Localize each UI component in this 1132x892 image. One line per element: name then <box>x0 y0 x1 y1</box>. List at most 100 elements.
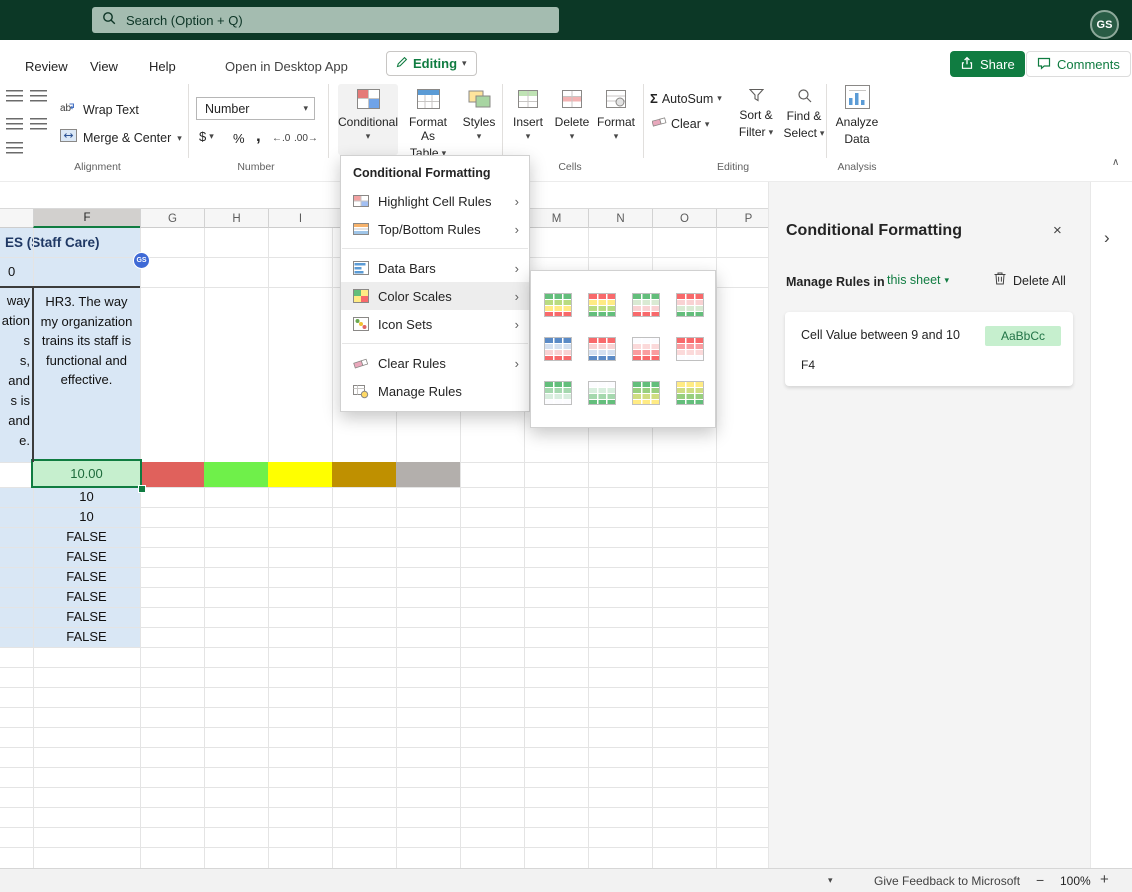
cell-f6[interactable]: 10 <box>33 507 140 527</box>
cell-f8[interactable]: FALSE <box>33 547 140 567</box>
rule-range: F4 <box>801 358 816 372</box>
clear-rules-icon <box>353 355 369 371</box>
cell-f3[interactable]: HR3. The way my organization trains its … <box>33 287 140 462</box>
e3-fragment: s is <box>10 393 31 408</box>
menu-item-manage-rules[interactable]: Manage Rules <box>341 377 529 405</box>
menu-item-label: Manage Rules <box>378 383 462 399</box>
cell-e3-partial[interactable]: way ation s s, and s is and e. <box>0 287 33 462</box>
conditional-formatting-pane: Conditional Formatting × Manage Rules in… <box>768 182 1090 868</box>
manage-rules-label: Manage Rules in <box>786 275 885 289</box>
gridline-h <box>0 787 768 788</box>
color-scale-green-white[interactable] <box>544 381 572 405</box>
color-scale-green-white-red[interactable] <box>632 293 660 317</box>
menu-item-clear-rules[interactable]: Clear Rules › <box>341 349 529 377</box>
column-header-F[interactable]: F <box>33 209 140 228</box>
color-scales-icon <box>353 288 369 304</box>
color-scale-white-green[interactable] <box>588 381 616 405</box>
submenu-arrow-icon: › <box>514 316 519 332</box>
submenu-arrow-icon: › <box>514 355 519 371</box>
gridline-h <box>0 807 768 808</box>
submenu-arrow-icon: › <box>514 193 519 209</box>
cell-k4-colored[interactable] <box>396 462 460 487</box>
color-scale-yellow-green[interactable] <box>676 381 704 405</box>
fill-handle[interactable] <box>138 485 146 493</box>
delete-all-label: Delete All <box>1013 274 1066 288</box>
cell-f7[interactable]: FALSE <box>33 527 140 547</box>
gridline-h <box>0 827 768 828</box>
zoom-out-button[interactable]: − <box>1036 872 1044 888</box>
chevron-down-icon[interactable]: ▾ <box>828 876 833 885</box>
column-header-H[interactable]: H <box>204 209 268 228</box>
close-icon[interactable]: × <box>1053 222 1062 239</box>
color-scale-green-yellow[interactable] <box>632 381 660 405</box>
column-header-M[interactable]: M <box>524 209 588 228</box>
cell-f12[interactable]: FALSE <box>33 627 140 647</box>
feedback-link[interactable]: Give Feedback to Microsoft <box>874 874 1020 888</box>
gridline-v <box>716 228 717 868</box>
e3-fragment: ation <box>1 313 30 328</box>
zoom-level[interactable]: 100% <box>1060 874 1091 888</box>
gridline-h <box>0 647 768 648</box>
color-scale-green-yellow-red[interactable] <box>544 293 572 317</box>
menu-separator <box>342 343 528 344</box>
gridline-h <box>0 707 768 708</box>
cell-h4-colored[interactable] <box>204 462 268 487</box>
menu-item-highlight-cell-rules[interactable]: Highlight Cell Rules › <box>341 187 529 215</box>
rule-format-preview: AaBbCc <box>985 326 1061 346</box>
icon-sets-icon <box>353 316 369 332</box>
cell-g4-colored[interactable] <box>140 462 204 487</box>
color-scale-white-red[interactable] <box>632 337 660 361</box>
submenu-arrow-icon: › <box>514 260 519 276</box>
highlight-cell-rules-icon <box>353 193 369 209</box>
color-scales-gallery <box>530 270 716 428</box>
cell-f11[interactable]: FALSE <box>33 607 140 627</box>
gridline-h <box>0 847 768 848</box>
menu-item-data-bars[interactable]: Data Bars › <box>341 254 529 282</box>
expand-pane-icon[interactable]: › <box>1104 228 1110 248</box>
cell-merged-title[interactable]: ES (Staff Care) <box>0 228 140 257</box>
e3-fragment: and <box>8 373 30 388</box>
cell-row2[interactable]: 0 <box>0 257 140 287</box>
menu-item-color-scales[interactable]: Color Scales › <box>341 282 529 310</box>
color-scale-red-yellow-green[interactable] <box>588 293 616 317</box>
submenu-arrow-icon: › <box>514 221 519 237</box>
rule-card[interactable]: Cell Value between 9 and 10 AaBbCc F4 <box>785 312 1073 386</box>
column-header-I[interactable]: I <box>268 209 332 228</box>
cell-f5[interactable]: 10 <box>33 487 140 507</box>
color-scale-red-white-green[interactable] <box>676 293 704 317</box>
menu-item-icon-sets[interactable]: Icon Sets › <box>341 310 529 338</box>
trash-icon <box>993 271 1007 291</box>
cell-i4-colored[interactable] <box>268 462 332 487</box>
cell-j4-colored[interactable] <box>332 462 396 487</box>
pane-side-strip: › <box>1090 182 1132 868</box>
presence-badge[interactable]: GS <box>133 252 150 269</box>
gridline-h <box>0 767 768 768</box>
cell-f4-selected[interactable]: 10.00 <box>31 459 142 488</box>
color-scale-red-white[interactable] <box>676 337 704 361</box>
top-bottom-rules-icon <box>353 221 369 237</box>
column-header-N[interactable]: N <box>588 209 652 228</box>
excel-web-app: GS Review View Help Open in Desktop App … <box>0 0 1132 892</box>
menu-item-top-bottom-rules[interactable]: Top/Bottom Rules › <box>341 215 529 243</box>
column-header-O[interactable]: O <box>652 209 716 228</box>
e3-fragment: way <box>6 293 30 308</box>
delete-all-button[interactable]: Delete All <box>993 271 1066 291</box>
menu-item-label: Icon Sets <box>378 316 433 332</box>
zoom-in-button[interactable]: + <box>1100 871 1109 888</box>
color-scale-blue-white-red[interactable] <box>544 337 572 361</box>
cell-f10[interactable]: FALSE <box>33 587 140 607</box>
submenu-arrow-icon: › <box>514 288 519 304</box>
gridline-v <box>268 228 269 868</box>
column-header-G[interactable]: G <box>140 209 204 228</box>
cell-f9[interactable]: FALSE <box>33 567 140 587</box>
gridline-h <box>0 687 768 688</box>
rule-description: Cell Value between 9 and 10 <box>801 328 960 342</box>
scope-value: this sheet <box>887 273 941 287</box>
menu-item-label: Highlight Cell Rules <box>378 193 492 209</box>
scope-dropdown[interactable]: this sheet ▾ <box>887 273 949 287</box>
e3-fragment: and <box>8 413 30 428</box>
color-scale-red-white-blue[interactable] <box>588 337 616 361</box>
menu-item-label: Top/Bottom Rules <box>378 221 481 237</box>
cell-border-dark-top <box>0 286 140 288</box>
gridline-h <box>0 727 768 728</box>
